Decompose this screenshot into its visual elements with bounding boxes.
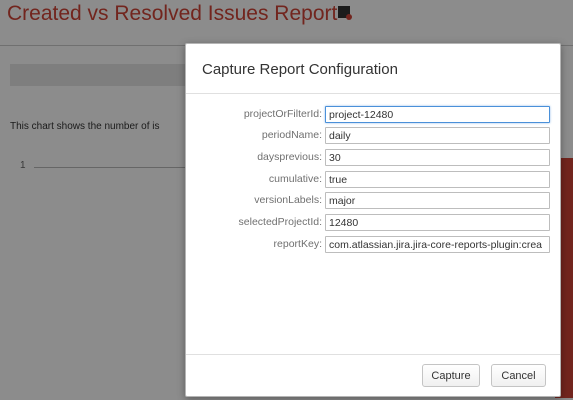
- cancel-button[interactable]: Cancel: [491, 364, 546, 387]
- project-or-filter-id-input[interactable]: [325, 106, 550, 123]
- field-row-cumulative: cumulative:: [186, 171, 560, 188]
- version-labels-input[interactable]: [325, 192, 550, 209]
- field-row-version-labels: versionLabels:: [186, 192, 560, 209]
- period-name-label: periodName:: [261, 129, 322, 141]
- field-row-selected-project-id: selectedProjectId:: [186, 214, 560, 231]
- page: Created vs Resolved Issues Report This c…: [0, 0, 573, 400]
- cumulative-label: cumulative:: [268, 173, 322, 185]
- dialog-title: Capture Report Configuration: [202, 61, 398, 78]
- selected-project-id-input[interactable]: [325, 214, 550, 231]
- field-row-period-name: periodName:: [186, 127, 560, 144]
- days-previous-label: daysprevious:: [257, 151, 322, 163]
- field-row-project-or-filter-id: projectOrFilterId:: [186, 106, 560, 123]
- project-or-filter-id-label: projectOrFilterId:: [243, 108, 322, 120]
- cumulative-input[interactable]: [325, 171, 550, 188]
- field-row-days-previous: daysprevious:: [186, 149, 560, 166]
- period-name-input[interactable]: [325, 127, 550, 144]
- report-key-label: reportKey:: [273, 238, 322, 250]
- report-key-input[interactable]: [325, 236, 550, 253]
- capture-report-dialog: Capture Report Configuration projectOrFi…: [185, 43, 561, 397]
- dialog-header: Capture Report Configuration: [186, 44, 560, 94]
- version-labels-label: versionLabels:: [254, 194, 322, 206]
- selected-project-id-label: selectedProjectId:: [238, 216, 322, 228]
- field-row-report-key: reportKey:: [186, 236, 560, 253]
- dialog-footer: Capture Cancel: [186, 354, 560, 396]
- days-previous-input[interactable]: [325, 149, 550, 166]
- capture-button[interactable]: Capture: [422, 364, 480, 387]
